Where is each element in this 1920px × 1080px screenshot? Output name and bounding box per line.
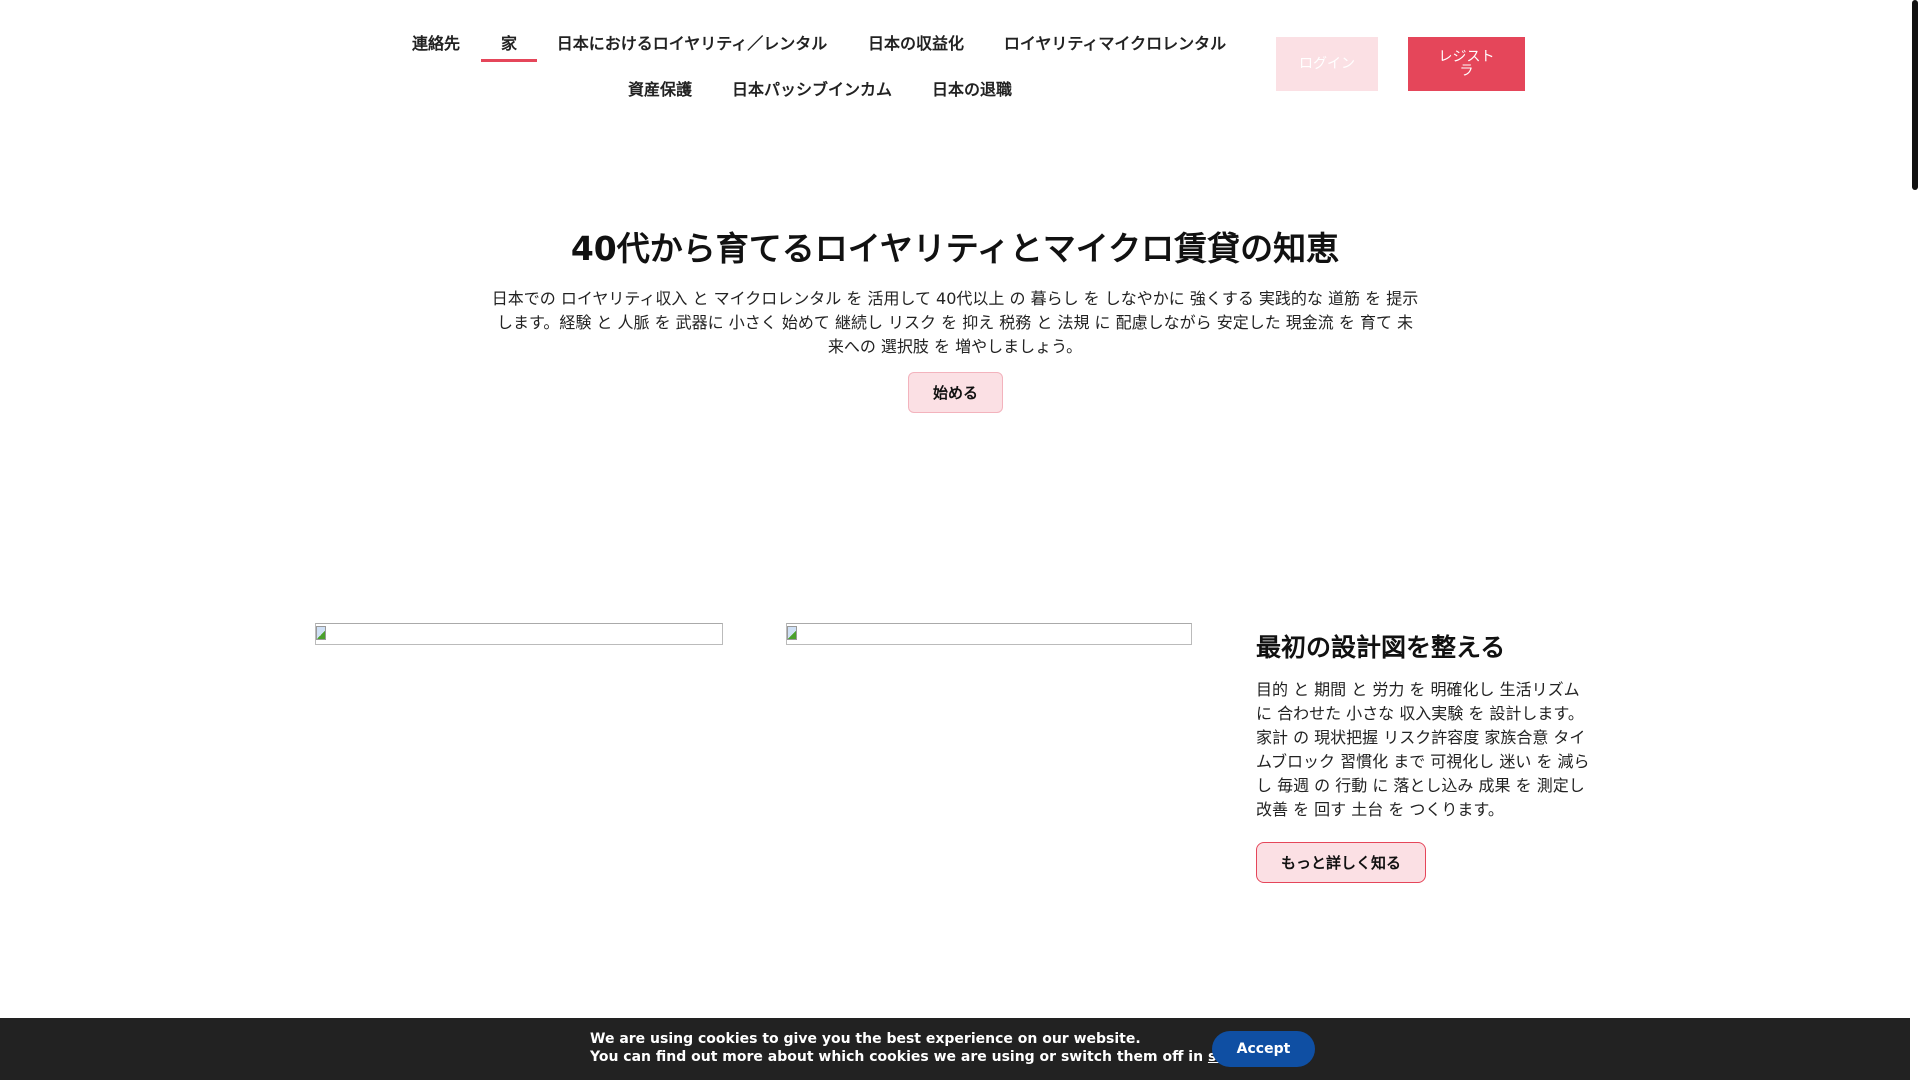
scrollbar-thumb[interactable] <box>1912 0 1918 190</box>
feature-title: 最初の設計図を整える <box>1256 633 1506 662</box>
login-button[interactable]: ログイン <box>1276 37 1378 91</box>
start-button[interactable]: 始める <box>908 372 1003 413</box>
broken-image-icon <box>787 626 797 640</box>
cookie-line-2: You can find out more about which cookie… <box>590 1048 1278 1066</box>
nav-home[interactable]: 家 <box>501 30 517 54</box>
hero-title: 40代から育てるロイヤリティとマイクロ賃貸の知恵 <box>570 229 1340 268</box>
broken-image-icon <box>316 626 326 640</box>
cookie-line-2-text: You can find out more about which cookie… <box>590 1049 1208 1065</box>
nav-asset-protection[interactable]: 資産保護 <box>628 76 692 100</box>
active-nav-underline <box>481 59 537 62</box>
nav-retirement[interactable]: 日本の退職 <box>932 76 1012 100</box>
nav-monetization[interactable]: 日本の収益化 <box>868 30 964 54</box>
accept-cookies-button[interactable]: Accept <box>1212 1031 1315 1067</box>
cookie-line-1: We are using cookies to give you the bes… <box>590 1031 1141 1047</box>
broken-image-2 <box>786 623 1192 645</box>
cookie-text: We are using cookies to give you the bes… <box>590 1030 1278 1066</box>
nav-passive-income[interactable]: 日本パッシブインカム <box>732 76 892 100</box>
nav-contact[interactable]: 連絡先 <box>412 30 460 54</box>
hero-text: 日本での ロイヤリティ収入 と マイクロレンタル を 活用して 40代以上 の … <box>491 289 1419 356</box>
learn-more-button[interactable]: もっと詳しく知る <box>1256 842 1426 883</box>
feature-text: 目的 と 期間 と 労力 を 明確化し 生活リズム に 合わせた 小さな 収入実… <box>1256 680 1590 819</box>
nav-royalty-rental[interactable]: 日本におけるロイヤリティ／レンタル <box>557 30 828 54</box>
register-button[interactable]: レジストラ <box>1408 37 1525 91</box>
nav-royalty-micro-rental[interactable]: ロイヤリティマイクロレンタル <box>1004 30 1226 54</box>
broken-image-1 <box>315 623 723 645</box>
